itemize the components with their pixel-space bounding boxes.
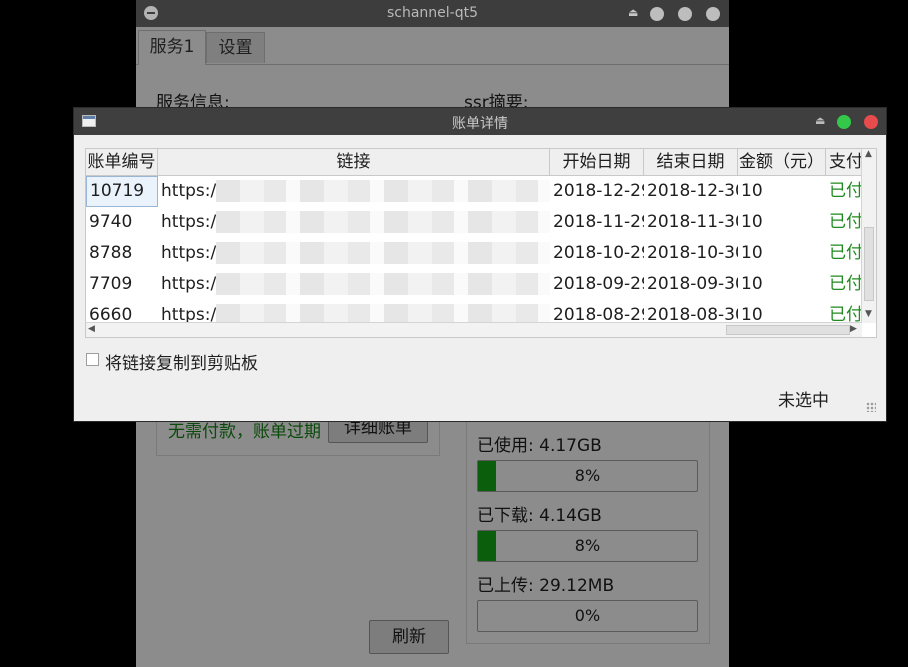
uploaded-progress-text: 0%	[574, 606, 601, 625]
cell-end[interactable]: 2018-11-30	[644, 207, 738, 238]
downloaded-label: 已下载: 4.14GB	[477, 506, 602, 526]
cell-start[interactable]: 2018-09-29	[550, 269, 644, 300]
redacted-link	[216, 242, 550, 264]
dialog-title: 账单详情	[452, 116, 508, 132]
minimize-button[interactable]	[650, 7, 664, 21]
cell-end[interactable]: 2018-10-30	[644, 238, 738, 269]
column-header-end[interactable]: 结束日期	[644, 149, 738, 176]
redacted-link	[216, 180, 550, 202]
cell-id[interactable]: 10719	[86, 176, 158, 207]
redacted-link	[216, 273, 550, 295]
cell-start[interactable]: 2018-11-29	[550, 207, 644, 238]
column-header-link[interactable]: 链接	[158, 149, 550, 176]
uploaded-label: 已上传: 29.12MB	[477, 576, 615, 596]
shade-icon[interactable]: ⏏	[815, 114, 825, 127]
column-header-amount[interactable]: 金额（元）	[738, 149, 826, 176]
downloaded-progress-text: 8%	[574, 536, 601, 555]
bill-table[interactable]: 账单编号 链接 开始日期 结束日期 金额（元） 支付 10719 https://…	[85, 148, 877, 338]
close-button[interactable]	[864, 115, 878, 129]
downloaded-progress: 8%	[477, 530, 698, 562]
scroll-down-icon[interactable]: ▼	[865, 309, 872, 319]
usage-group: 已使用: 4.17GB 8% 已下载: 4.14GB 8% 已上传: 29.12…	[466, 410, 710, 644]
cell-start[interactable]: 2018-12-29	[550, 176, 644, 207]
cell-amount[interactable]: 10	[738, 238, 826, 269]
tab-service1[interactable]: 服务1	[138, 30, 206, 65]
copy-link-checkbox[interactable]	[86, 353, 99, 366]
table-row[interactable]: 8788https://2018-10-292018-10-3010已付款	[86, 238, 866, 269]
column-header-status[interactable]: 支付	[826, 149, 866, 176]
vertical-scrollbar[interactable]: ▲ ▼	[861, 149, 876, 323]
cell-status[interactable]: 已付款	[826, 176, 866, 207]
scroll-up-icon[interactable]: ▲	[865, 149, 872, 159]
redacted-link	[216, 211, 550, 233]
table-row[interactable]: 10719https://2018-12-292018-12-3010已付款	[86, 176, 866, 207]
cell-status[interactable]: 已付款	[826, 207, 866, 238]
vertical-scroll-thumb[interactable]	[864, 227, 874, 301]
cell-status[interactable]: 已付款	[826, 238, 866, 269]
scroll-left-icon[interactable]: ◀	[88, 324, 95, 334]
used-label: 已使用: 4.17GB	[477, 436, 602, 456]
cell-id[interactable]: 7709	[86, 269, 158, 300]
horizontal-scroll-thumb[interactable]	[726, 325, 850, 335]
cell-amount[interactable]: 10	[738, 269, 826, 300]
column-header-id[interactable]: 账单编号	[86, 149, 158, 176]
table-row[interactable]: 7709https://2018-09-292018-09-3010已付款	[86, 269, 866, 300]
scroll-right-icon[interactable]: ▶	[850, 324, 857, 334]
column-header-start[interactable]: 开始日期	[550, 149, 644, 176]
tab-settings[interactable]: 设置	[206, 32, 265, 63]
horizontal-scrollbar[interactable]: ◀ ▶	[86, 322, 862, 337]
cell-status[interactable]: 已付款	[826, 269, 866, 300]
table-row[interactable]: 9740https://2018-11-292018-11-3010已付款	[86, 207, 866, 238]
cell-end[interactable]: 2018-12-30	[644, 176, 738, 207]
close-button[interactable]	[706, 7, 720, 21]
shade-icon[interactable]: ⏏	[628, 6, 638, 19]
maximize-button[interactable]	[837, 115, 851, 129]
selection-status: 未选中	[778, 391, 829, 411]
main-titlebar[interactable]: schannel-qt5 ⏏	[136, 0, 729, 27]
cell-start[interactable]: 2018-10-29	[550, 238, 644, 269]
used-progress: 8%	[477, 460, 698, 492]
tab-bar: 服务1 设置	[136, 27, 729, 65]
resize-grip-icon[interactable]	[866, 402, 876, 412]
main-window-title: schannel-qt5	[386, 5, 479, 21]
cell-id[interactable]: 8788	[86, 238, 158, 269]
cell-amount[interactable]: 10	[738, 207, 826, 238]
refresh-button[interactable]: 刷新	[369, 620, 449, 654]
maximize-button[interactable]	[678, 7, 692, 21]
copy-link-label[interactable]: 将链接复制到剪贴板	[105, 349, 258, 374]
cell-amount[interactable]: 10	[738, 176, 826, 207]
cell-end[interactable]: 2018-09-30	[644, 269, 738, 300]
bill-details-dialog: 账单详情 ⏏ 账单编号 链接 开始日期 结束日期 金额（元） 支付 10719 h…	[73, 107, 887, 422]
dialog-titlebar[interactable]: 账单详情 ⏏	[74, 108, 886, 135]
cell-id[interactable]: 9740	[86, 207, 158, 238]
used-progress-text: 8%	[574, 466, 601, 485]
uploaded-progress: 0%	[477, 600, 698, 632]
